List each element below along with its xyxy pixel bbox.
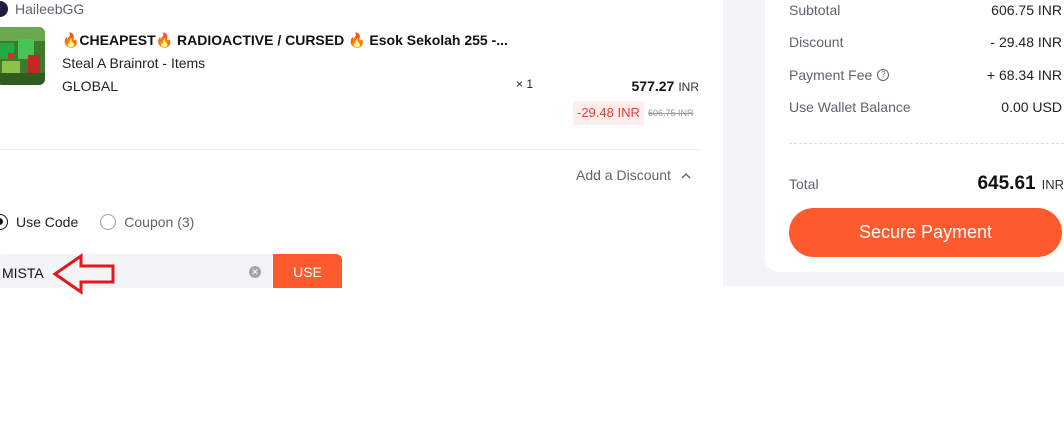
summary-divider bbox=[789, 143, 1064, 144]
payment-fee-label: Payment Fee ? bbox=[789, 67, 890, 83]
discount-code-input[interactable]: MISTA bbox=[2, 265, 44, 281]
summary-total: Total 645.61 INR bbox=[789, 173, 1064, 195]
original-price: 606.75 INR bbox=[648, 108, 694, 118]
radio-use-code-label: Use Code bbox=[16, 214, 79, 230]
wallet-label: Use Wallet Balance bbox=[789, 99, 911, 115]
total-currency: INR bbox=[1041, 177, 1064, 192]
summary-row-subtotal: Subtotal 606.75 INR bbox=[789, 2, 1062, 18]
subtotal-label: Subtotal bbox=[789, 2, 841, 18]
payment-fee-text: Payment Fee bbox=[789, 67, 873, 83]
payment-fee-value: + 68.34 INR bbox=[986, 67, 1062, 83]
total-value: 645.61 INR bbox=[977, 173, 1064, 195]
discount-value: - 29.48 INR bbox=[990, 34, 1062, 50]
summary-row-payment-fee: Payment Fee ? + 68.34 INR bbox=[789, 67, 1062, 83]
radio-coupon-indicator[interactable] bbox=[100, 214, 117, 230]
add-discount-toggle[interactable]: Add a Discount bbox=[576, 167, 691, 183]
product-category: Steal A Brainrot - Items bbox=[62, 55, 206, 71]
summary-row-wallet: Use Wallet Balance 0.00 USD bbox=[789, 99, 1062, 115]
secure-payment-button[interactable]: Secure Payment bbox=[789, 208, 1062, 257]
clear-icon[interactable]: ✕ bbox=[249, 266, 261, 278]
price-currency: INR bbox=[678, 80, 699, 94]
summary-row-discount: Discount - 29.48 INR bbox=[789, 34, 1062, 50]
discount-type-selector: Use Code Coupon (3) bbox=[0, 214, 216, 230]
annotation-arrow-icon bbox=[52, 253, 115, 295]
product-title[interactable]: 🔥CHEAPEST🔥 RADIOACTIVE / CURSED 🔥 Esok S… bbox=[62, 32, 508, 49]
discount-label: Discount bbox=[789, 34, 844, 50]
radio-coupon-label: Coupon (3) bbox=[124, 214, 195, 230]
use-code-button[interactable]: USE bbox=[273, 254, 342, 288]
add-discount-label: Add a Discount bbox=[576, 167, 671, 183]
price-amount: 577.27 bbox=[631, 78, 675, 94]
seller-avatar bbox=[0, 1, 8, 17]
chevron-up-icon bbox=[681, 168, 691, 182]
help-icon[interactable]: ? bbox=[877, 69, 890, 81]
radio-use-code-indicator[interactable] bbox=[0, 214, 8, 230]
radio-coupon[interactable]: Coupon (3) bbox=[100, 214, 194, 230]
radio-use-code[interactable]: Use Code bbox=[0, 214, 78, 230]
discount-tag: -29.48 INR bbox=[573, 101, 644, 125]
divider bbox=[0, 149, 699, 150]
total-label: Total bbox=[789, 176, 819, 192]
wallet-value: 0.00 USD bbox=[1001, 99, 1062, 115]
product-region: GLOBAL bbox=[62, 78, 119, 94]
product-quantity: × 1 bbox=[516, 77, 534, 91]
seller-info: HaileebGG bbox=[0, 1, 84, 17]
total-amount: 645.61 bbox=[977, 173, 1036, 194]
product-thumbnail[interactable] bbox=[0, 27, 45, 85]
seller-name[interactable]: HaileebGG bbox=[15, 1, 84, 17]
product-price: 577.27 INR bbox=[632, 78, 700, 94]
subtotal-value: 606.75 INR bbox=[991, 2, 1062, 18]
